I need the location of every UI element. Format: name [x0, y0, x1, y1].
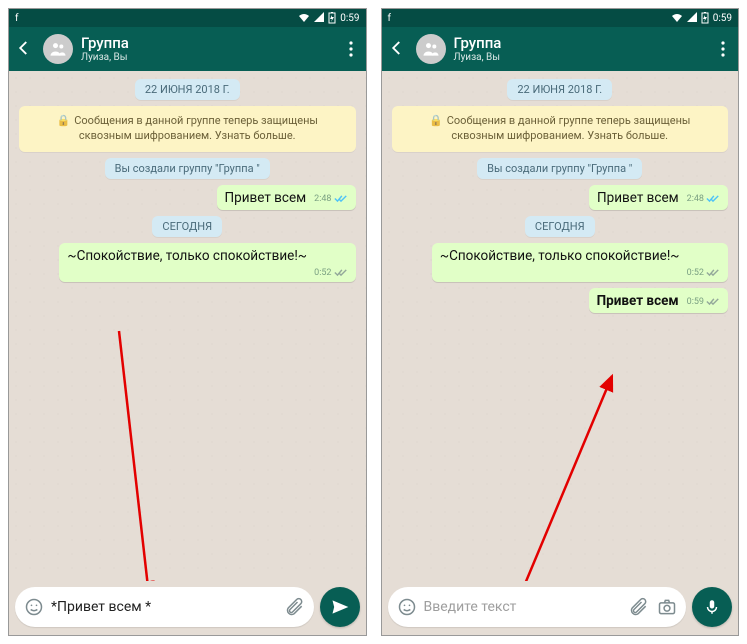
message-text: Привет всем [597, 293, 679, 309]
message-bubble[interactable]: ~Спокойствие, только спокойствие!~ 0:52 [59, 243, 355, 282]
message-input-pill[interactable]: *Привет всем * [15, 587, 314, 627]
status-bar: f 0:59 [382, 9, 739, 27]
signal-icon [314, 12, 324, 25]
message-time: 2:48 [687, 194, 704, 204]
date-pill: 22 ИЮНЯ 2018 Г. [135, 79, 240, 100]
encryption-text: Сообщения в данной группе теперь защищен… [74, 114, 318, 142]
message-time: 0:52 [314, 268, 331, 278]
message-time: 0:52 [687, 268, 704, 278]
statusbar-time: 0:59 [713, 13, 732, 24]
encryption-text: Сообщения в данной группе теперь защищен… [447, 114, 691, 142]
lock-icon: 🔒 [57, 114, 71, 127]
chat-area[interactable]: 22 ИЮНЯ 2018 Г. 🔒 Сообщения в данной груп… [382, 71, 739, 581]
sent-ticks-icon [706, 297, 720, 306]
statusbar-fb-icon: f [388, 13, 391, 24]
sent-ticks-icon [706, 268, 720, 277]
today-pill: СЕГОДНЯ [152, 216, 222, 237]
chat-header[interactable]: Группа Луиза, Вы [382, 27, 739, 71]
phone-left: f 0:59 Группа Луиза, Вы [8, 8, 367, 636]
wifi-icon [671, 13, 683, 23]
header-titles[interactable]: Группа Луиза, Вы [81, 35, 129, 63]
message-input[interactable]: *Привет всем * [51, 599, 278, 615]
attach-icon[interactable] [284, 596, 306, 618]
statusbar-fb-icon: f [15, 13, 18, 24]
camera-icon[interactable] [656, 596, 678, 618]
group-created-pill: Вы создали группу "Группа " [477, 158, 642, 179]
emoji-icon[interactable] [23, 596, 45, 618]
input-bar: Введите текст [382, 581, 739, 635]
input-bar: *Привет всем * [9, 581, 366, 635]
status-bar: f 0:59 [9, 9, 366, 27]
emoji-icon[interactable] [396, 596, 418, 618]
signal-icon [687, 12, 697, 25]
message-text: ~Спокойствие, только спокойствие!~ [67, 248, 307, 264]
statusbar-time: 0:59 [340, 13, 359, 24]
group-title: Группа [454, 35, 502, 52]
group-title: Группа [81, 35, 129, 52]
header-titles[interactable]: Группа Луиза, Вы [454, 35, 502, 63]
attach-icon[interactable] [628, 596, 650, 618]
message-bubble[interactable]: ~Спокойствие, только спокойствие!~ 0:52 [432, 243, 728, 282]
battery-icon [328, 12, 336, 24]
message-bubble[interactable]: Привет всем 2:48 [217, 185, 356, 210]
wifi-icon [298, 13, 310, 23]
annotation-arrow [502, 371, 642, 581]
chat-header[interactable]: Группа Луиза, Вы [9, 27, 366, 71]
encryption-banner[interactable]: 🔒Сообщения в данной группе теперь защище… [19, 106, 356, 152]
back-icon[interactable] [15, 39, 35, 59]
menu-icon[interactable] [342, 40, 360, 58]
group-created-pill: Вы создали группу "Группа " [105, 158, 270, 179]
message-text: ~Спокойствие, только спокойствие!~ [440, 248, 680, 264]
message-text: Привет всем [597, 190, 679, 206]
group-subtitle: Луиза, Вы [454, 52, 502, 63]
message-input-pill[interactable]: Введите текст [388, 587, 687, 627]
chat-area[interactable]: 22 ИЮНЯ 2018 Г. 🔒Сообщения в данной груп… [9, 71, 366, 581]
back-icon[interactable] [388, 39, 408, 59]
today-pill: СЕГОДНЯ [525, 216, 595, 237]
send-button[interactable] [320, 587, 360, 627]
message-time: 0:59 [687, 297, 704, 307]
lock-icon: 🔒 [429, 114, 443, 127]
group-subtitle: Луиза, Вы [81, 52, 129, 63]
message-bubble[interactable]: Привет всем 2:48 [589, 185, 728, 210]
message-text: Привет всем [225, 190, 307, 206]
read-ticks-icon [334, 194, 348, 203]
read-ticks-icon [706, 194, 720, 203]
sent-ticks-icon [334, 268, 348, 277]
date-pill: 22 ИЮНЯ 2018 Г. [507, 79, 612, 100]
mic-button[interactable] [692, 587, 732, 627]
message-bubble-bold[interactable]: Привет всем 0:59 [589, 288, 728, 313]
phone-right: f 0:59 Группа Луиза, Вы [381, 8, 740, 636]
encryption-banner[interactable]: 🔒 Сообщения в данной группе теперь защище… [392, 106, 729, 152]
message-time: 2:48 [314, 194, 331, 204]
message-input[interactable]: Введите текст [424, 599, 623, 615]
annotation-arrow [69, 331, 189, 581]
battery-icon [701, 12, 709, 24]
avatar[interactable] [43, 34, 73, 64]
avatar[interactable] [416, 34, 446, 64]
menu-icon[interactable] [714, 40, 732, 58]
